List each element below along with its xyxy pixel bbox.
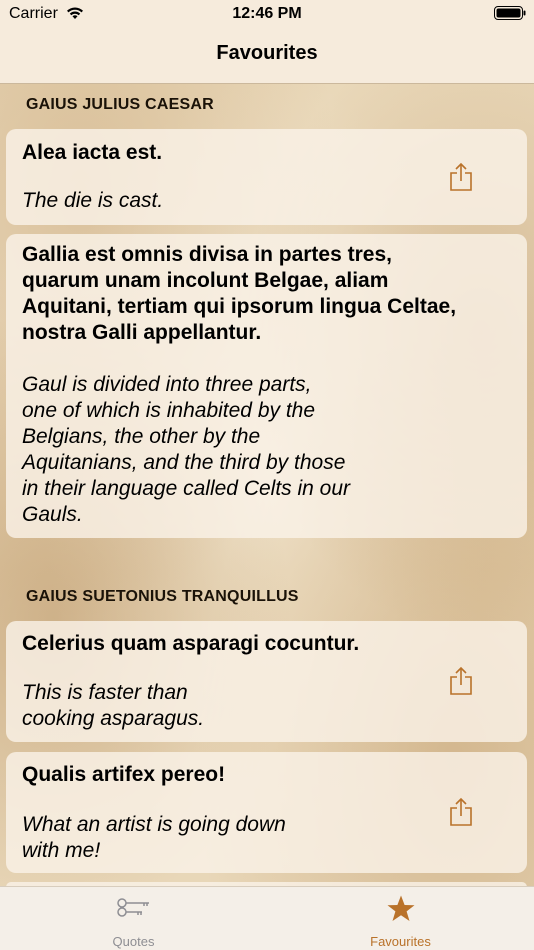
star-icon — [387, 895, 414, 921]
quote-translation: This is faster than cooking asparagus. — [22, 681, 205, 730]
share-icon[interactable] — [449, 666, 473, 696]
section-header-caesar: GAIUS JULIUS CAESAR — [26, 96, 214, 113]
tab-bar: Quotes Favourites — [0, 886, 534, 950]
quote-latin: Celerius quam asparagi cocuntur. — [22, 632, 360, 655]
quote-latin: Gallia est omnis divisa in partes tres, … — [22, 243, 457, 344]
quote-translation: What an artist is going down with me! — [22, 813, 286, 862]
status-bar: Carrier 12:46 PM — [0, 0, 534, 28]
quote-card[interactable]: Celerius quam asparagi cocuntur. This is… — [6, 621, 527, 742]
share-icon[interactable] — [449, 797, 473, 827]
quote-card[interactable]: Gallia est omnis divisa in partes tres, … — [6, 234, 527, 538]
share-icon[interactable] — [449, 162, 473, 192]
tab-favourites-label: Favourites — [370, 934, 431, 949]
battery-icon — [494, 6, 526, 20]
quote-translation: Gaul is divided into three parts, one of… — [22, 373, 351, 526]
quote-card[interactable]: Qualis artifex pereo! What an artist is … — [6, 752, 527, 873]
quote-latin: Qualis artifex pereo! — [22, 763, 226, 786]
tab-favourites[interactable]: Favourites — [267, 887, 534, 950]
tab-quotes-label: Quotes — [112, 934, 155, 949]
tab-quotes[interactable]: Quotes — [0, 887, 267, 950]
quote-card[interactable]: Alea iacta est. The die is cast. — [6, 129, 527, 225]
page-title: Favourites — [216, 42, 318, 64]
navigation-bar: Carrier 12:46 PM Favourites — [0, 0, 534, 84]
keys-icon — [116, 898, 149, 917]
section-header-suetonius: GAIUS SUETONIUS TRANQUILLUS — [26, 588, 299, 605]
status-time: 12:46 PM — [232, 5, 302, 22]
quote-latin: Alea iacta est. — [22, 141, 163, 164]
quote-translation: The die is cast. — [22, 189, 164, 212]
